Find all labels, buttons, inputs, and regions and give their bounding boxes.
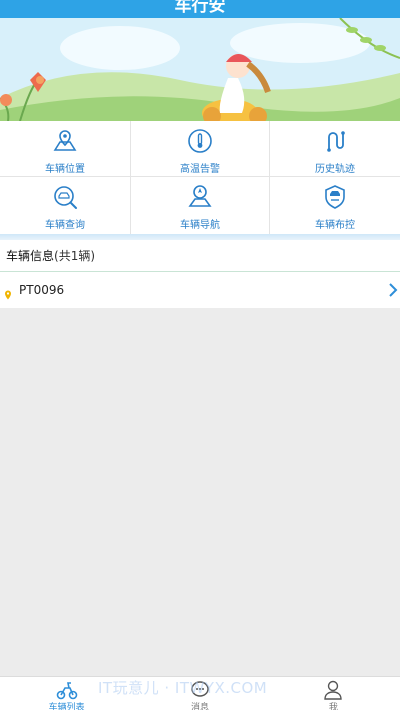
- vehicle-list-item[interactable]: PT0096: [0, 272, 400, 308]
- feature-label: 车辆布控: [315, 220, 355, 231]
- tab-me[interactable]: 我: [267, 677, 400, 710]
- user-icon: [322, 680, 344, 700]
- thermometer-icon: [186, 127, 214, 155]
- vehicle-info-header: 车辆信息 (共1辆): [0, 240, 400, 272]
- shield-control-icon: [321, 183, 349, 211]
- feature-vehicle-query[interactable]: 车辆查询: [0, 177, 131, 234]
- vehicle-count: (共1辆): [54, 249, 96, 263]
- navigation-icon: [186, 183, 214, 211]
- feature-label: 车辆查询: [45, 220, 85, 231]
- tab-messages[interactable]: 消息: [133, 677, 266, 710]
- location-pin-icon: [4, 285, 12, 300]
- bottom-tab-bar: 车辆列表 消息 我: [0, 676, 400, 710]
- feature-vehicle-control[interactable]: 车辆布控: [270, 177, 400, 234]
- tab-label: 消息: [190, 703, 209, 710]
- feature-history-track[interactable]: 历史轨迹: [270, 121, 400, 177]
- feature-vehicle-navigation[interactable]: 车辆导航: [131, 177, 270, 234]
- feature-vehicle-location[interactable]: 车辆位置: [0, 121, 131, 177]
- tab-label: 车辆列表: [48, 703, 85, 710]
- feature-high-temp-alert[interactable]: 高温告警: [131, 121, 270, 177]
- car-search-icon: [51, 183, 79, 211]
- map-pin-icon: [51, 127, 79, 155]
- vehicle-plate: PT0096: [19, 283, 65, 297]
- feature-grid: 车辆位置 高温告警 历史轨迹 车辆查询 车辆导航 车辆布控: [0, 121, 400, 234]
- feature-label: 高温告警: [180, 164, 220, 175]
- app-header: 车行安: [0, 0, 400, 18]
- chevron-right-icon: [386, 282, 400, 298]
- page-title: 车行安: [174, 0, 226, 16]
- tab-vehicle-list[interactable]: 车辆列表: [0, 677, 133, 710]
- feature-label: 车辆导航: [180, 220, 220, 231]
- feature-label: 历史轨迹: [315, 164, 355, 175]
- section-title: 车辆信息: [6, 249, 55, 263]
- chat-bubble-icon: [189, 680, 211, 700]
- feature-label: 车辆位置: [45, 164, 85, 175]
- banner-illustration: [0, 18, 400, 121]
- tab-label: 我: [328, 703, 338, 710]
- scooter-icon: [56, 680, 78, 700]
- route-icon: [321, 127, 349, 155]
